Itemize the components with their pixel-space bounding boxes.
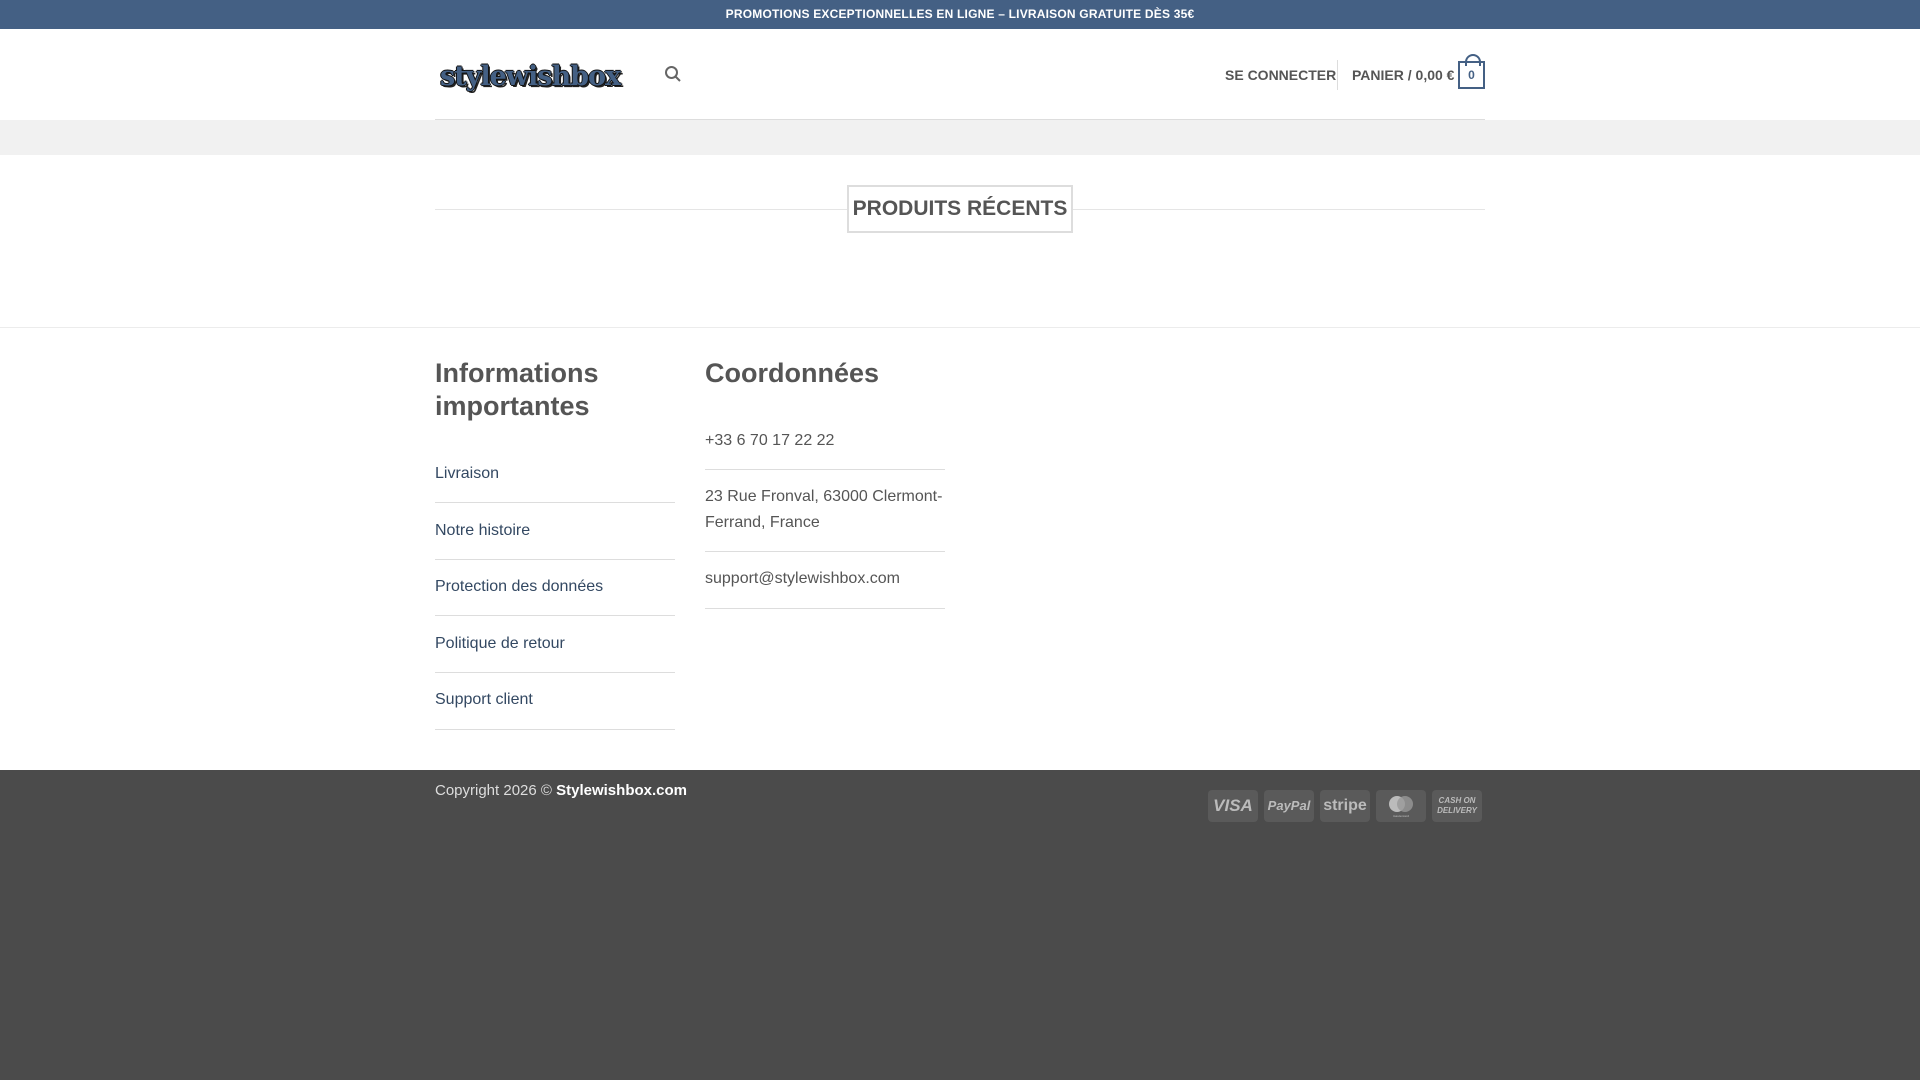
info-column: Informations importantes Livraison Notre… xyxy=(435,357,675,737)
contact-email[interactable]: support@stylewishbox.com xyxy=(705,566,945,609)
contact-phone: +33 6 70 17 22 22 xyxy=(705,428,945,470)
paypal-icon: PayPal xyxy=(1264,790,1314,822)
cart-count-icon[interactable]: 0 xyxy=(1458,54,1485,89)
promo-bar: PROMOTIONS EXCEPTIONNELLES EN LIGNE – LI… xyxy=(0,0,1920,29)
section-title: PRODUITS RÉCENTS xyxy=(847,185,1073,233)
login-link[interactable]: SE CONNECTER xyxy=(1225,67,1336,83)
mastercard-label: mastercard xyxy=(1392,814,1410,818)
contact-heading: Coordonnées xyxy=(705,358,880,388)
gray-band xyxy=(0,120,1920,155)
mastercard-icon: mastercard xyxy=(1376,790,1426,822)
stripe-icon: stripe xyxy=(1320,790,1370,822)
contact-column: Coordonnées +33 6 70 17 22 22 23 Rue Fro… xyxy=(705,357,945,617)
divider xyxy=(0,327,1920,328)
info-heading: Informations importantes xyxy=(435,358,599,421)
brand-name: Stylewishbox.com xyxy=(556,782,687,799)
footer-link-donnees[interactable]: Protection des données xyxy=(435,574,675,616)
copyright-text: Copyright 2026 © xyxy=(435,782,552,799)
cart-link[interactable]: PANIER / 0,00 € xyxy=(1352,67,1454,83)
footer-link-retour[interactable]: Politique de retour xyxy=(435,631,675,673)
copyright: Copyright 2026 © Stylewishbox.com xyxy=(435,782,687,799)
contact-address: 23 Rue Fronval, 63000 Clermont-Ferrand, … xyxy=(705,484,945,552)
footer-link-livraison[interactable]: Livraison xyxy=(435,461,675,503)
divider xyxy=(1337,60,1338,90)
cash-on-delivery-icon: CASH ON DELIVERY xyxy=(1432,790,1482,822)
logo[interactable]: stylewishbox xyxy=(440,61,621,92)
bottom-footer xyxy=(0,770,1920,1080)
footer-link-histoire[interactable]: Notre histoire xyxy=(435,518,675,560)
footer-link-support[interactable]: Support client xyxy=(435,687,675,730)
search-icon[interactable] xyxy=(664,65,682,83)
visa-icon: VISA xyxy=(1208,790,1258,822)
header: stylewishbox SE CONNECTER PANIER / 0,00 … xyxy=(0,29,1920,120)
